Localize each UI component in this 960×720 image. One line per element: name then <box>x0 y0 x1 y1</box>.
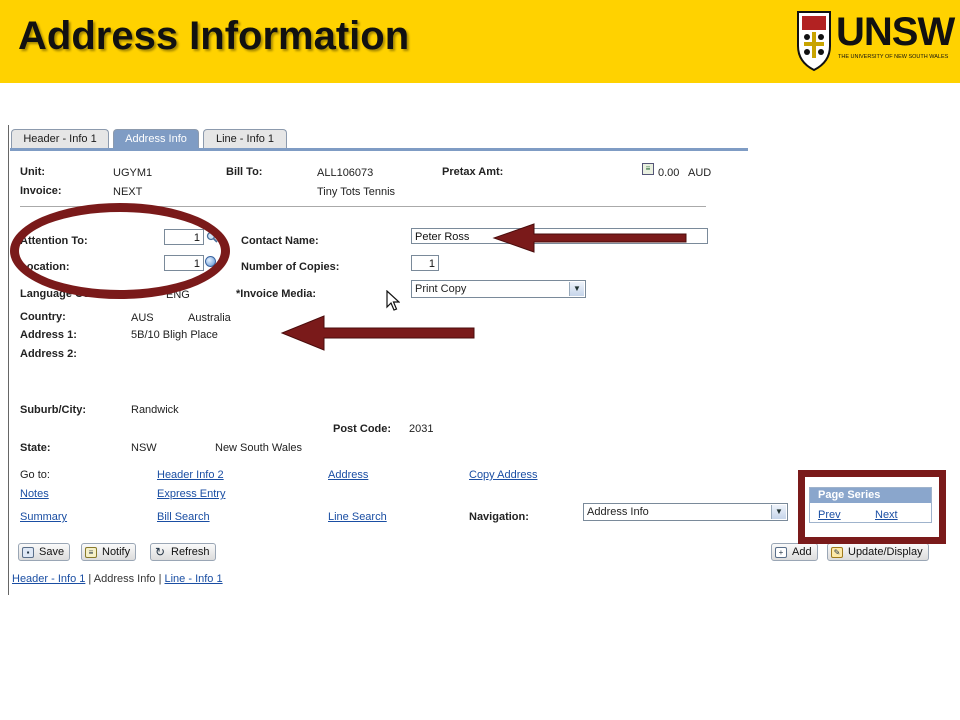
address1-value: 5B/10 Bligh Place <box>131 329 218 341</box>
state-name: New South Wales <box>215 442 303 454</box>
footer-current-page: Address Info <box>93 573 156 585</box>
express-entry-link[interactable]: Express Entry <box>157 488 225 500</box>
copies-label: Number of Copies: <box>241 261 340 273</box>
unsw-logo: UNSW THE UNIVERSITY OF NEW SOUTH WALES <box>796 8 955 74</box>
tab-header-info-1[interactable]: Header - Info 1 <box>11 129 109 149</box>
logo-wordmark: UNSW <box>836 10 955 54</box>
annotation-arrow-contact <box>492 223 687 253</box>
add-button[interactable]: + Add <box>771 543 818 561</box>
bill-search-link[interactable]: Bill Search <box>157 511 210 523</box>
bill-to-name: Tiny Tots Tennis <box>317 186 396 198</box>
update-display-button[interactable]: ✎ Update/Display <box>827 543 929 561</box>
footer-link-header-info-1[interactable]: Header - Info 1 <box>12 573 85 585</box>
footer-separator: | <box>155 573 165 585</box>
header-info2-link[interactable]: Header Info 2 <box>157 469 224 481</box>
goto-label: Go to: <box>20 469 50 481</box>
footer-nav: Header - Info 1 | Address Info | Line - … <box>12 573 223 585</box>
copy-address-link[interactable]: Copy Address <box>469 469 537 481</box>
chevron-down-icon[interactable]: ▼ <box>569 282 584 296</box>
save-button[interactable]: ▪ Save <box>18 543 71 561</box>
bill-to-value: ALL106073 <box>317 167 374 179</box>
annotation-ellipse <box>10 203 230 299</box>
notify-icon: ≡ <box>85 546 97 558</box>
country-code: AUS <box>131 312 154 324</box>
address1-label: Address 1: <box>20 329 77 341</box>
chevron-down-icon[interactable]: ▼ <box>771 505 786 519</box>
calculator-icon[interactable]: ≡ <box>642 163 654 175</box>
suburb-value: Randwick <box>131 404 179 416</box>
pencil-icon: ✎ <box>831 546 843 558</box>
unit-value: UGYM1 <box>113 167 153 179</box>
tab-underline <box>10 148 748 151</box>
notes-link[interactable]: Notes <box>20 488 49 500</box>
navigation-label: Navigation: <box>469 511 529 523</box>
slide-title: Address Information <box>18 14 410 58</box>
state-code: NSW <box>131 442 157 454</box>
postcode-label: Post Code: <box>333 423 392 435</box>
navigation-value: Address Info <box>587 506 649 518</box>
navigation-select[interactable]: Address Info ▼ <box>583 503 788 521</box>
tab-address-info[interactable]: Address Info <box>113 129 199 149</box>
postcode-value: 2031 <box>409 423 434 435</box>
refresh-icon: ↻ <box>154 544 166 559</box>
tab-line-info-1[interactable]: Line - Info 1 <box>203 129 287 149</box>
notify-button[interactable]: ≡ Notify <box>81 543 137 561</box>
pretax-currency: AUD <box>688 167 712 179</box>
state-label: State: <box>20 442 51 454</box>
footer-separator: | <box>85 573 94 585</box>
invoice-label: Invoice: <box>20 185 62 197</box>
pretax-label: Pretax Amt: <box>442 166 504 178</box>
address-link[interactable]: Address <box>328 469 368 481</box>
pretax-value: 0.00 <box>658 167 680 179</box>
bill-to-label: Bill To: <box>226 166 263 178</box>
refresh-button[interactable]: ↻ Refresh <box>150 543 216 561</box>
crest-icon <box>797 11 831 72</box>
annotation-arrow-address <box>280 315 475 351</box>
page-frame-border <box>8 125 9 595</box>
invoice-value: NEXT <box>113 186 143 198</box>
contact-label: Contact Name: <box>241 235 319 247</box>
address2-label: Address 2: <box>20 348 77 360</box>
annotation-rectangle <box>798 470 946 544</box>
invoice-media-value: Print Copy <box>415 283 467 295</box>
summary-link[interactable]: Summary <box>20 511 67 523</box>
copies-input[interactable]: 1 <box>411 255 439 271</box>
suburb-label: Suburb/City: <box>20 404 86 416</box>
footer-link-line-info-1[interactable]: Line - Info 1 <box>165 573 223 585</box>
add-icon: + <box>775 546 787 558</box>
unit-label: Unit: <box>20 166 46 178</box>
country-label: Country: <box>20 311 66 323</box>
logo-subtitle: THE UNIVERSITY OF NEW SOUTH WALES <box>838 54 949 60</box>
invoice-media-label: *Invoice Media: <box>236 288 317 300</box>
country-name: Australia <box>188 312 231 324</box>
disk-icon: ▪ <box>22 546 34 558</box>
mouse-cursor-icon <box>386 290 400 311</box>
line-search-link[interactable]: Line Search <box>328 511 387 523</box>
invoice-media-select[interactable]: Print Copy ▼ <box>411 280 586 298</box>
